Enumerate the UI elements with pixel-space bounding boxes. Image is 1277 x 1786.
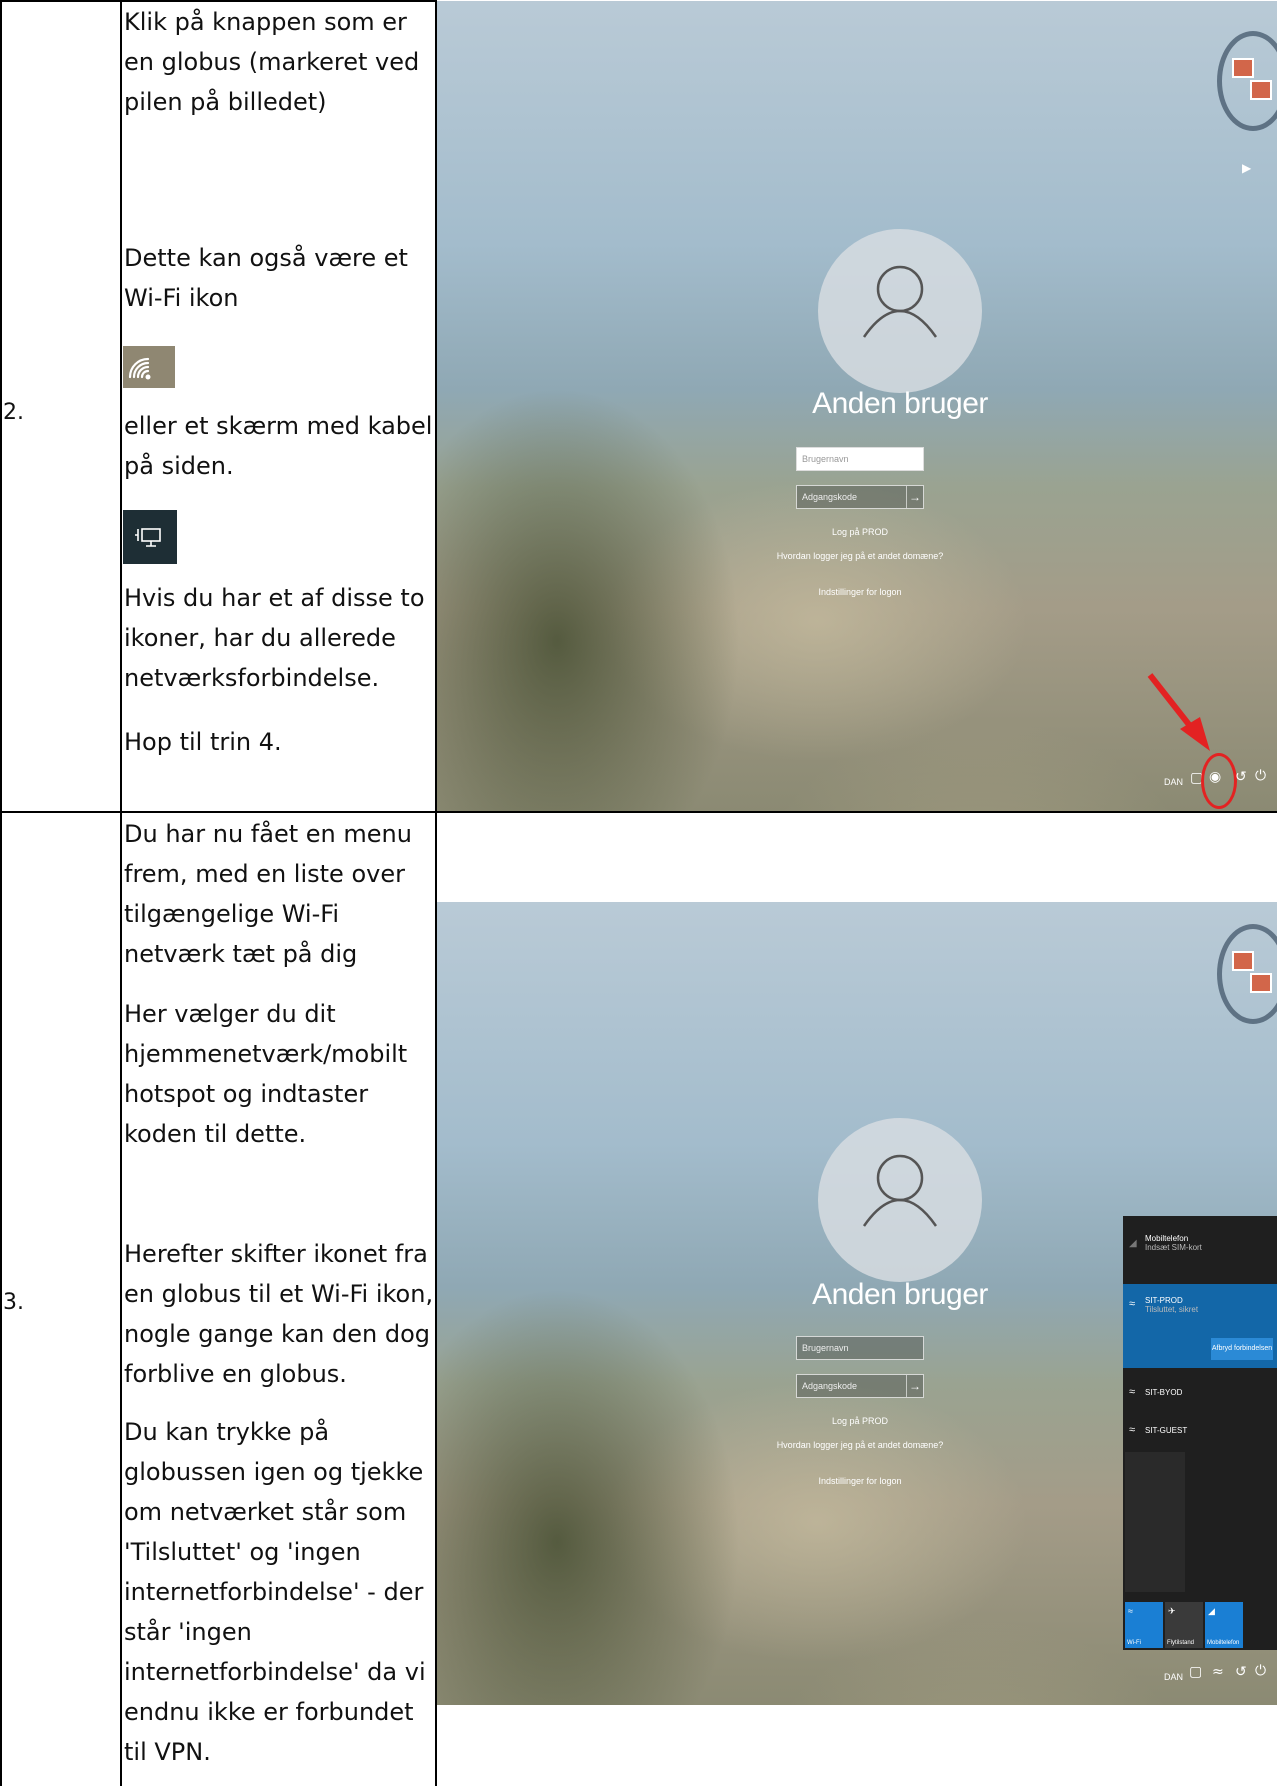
- instruction-paragraph: Klik på knappen som er en globus (marker…: [124, 8, 420, 116]
- language-indicator[interactable]: DAN: [1164, 1672, 1183, 1682]
- network-item[interactable]: ≈ SIT-BYOD: [1123, 1378, 1277, 1408]
- other-domain-link[interactable]: Hvordan logger jeg på et andet domæne?: [710, 551, 1010, 561]
- arrow-pointer-icon: [1147, 673, 1210, 751]
- accessibility-icon[interactable]: ↺: [1235, 1664, 1247, 1680]
- wifi-tile[interactable]: ≈ Wi-Fi: [1125, 1602, 1163, 1648]
- mobile-network-item[interactable]: ◢ Mobiltelefon Indsæt SIM-kort: [1123, 1216, 1277, 1272]
- password-placeholder: Adgangskode: [802, 492, 858, 502]
- password-field[interactable]: Adgangskode →: [796, 485, 924, 509]
- airplane-mode-tile[interactable]: ✈ Flytilstand: [1165, 1602, 1203, 1648]
- step-number: 2.: [3, 400, 24, 425]
- wifi-icon: [123, 346, 175, 388]
- table-border-col1: [120, 0, 122, 1786]
- step-number: 3.: [3, 1290, 24, 1315]
- user-name: Anden bruger: [812, 387, 988, 420]
- submit-arrow-icon[interactable]: →: [906, 1375, 923, 1397]
- logon-domain-text: Log på PROD: [831, 527, 889, 537]
- mobile-subtitle: Indsæt SIM-kort: [1145, 1243, 1202, 1252]
- mobile-tile[interactable]: ◢ Mobiltelefon: [1205, 1602, 1243, 1648]
- instruction-paragraph: eller et skærm med kabel på siden.: [124, 412, 433, 480]
- network-badge: [1217, 924, 1277, 1024]
- other-domain-link[interactable]: Hvordan logger jeg på et andet domæne?: [710, 1440, 1010, 1450]
- wifi-secure-icon: ≈: [1129, 1298, 1136, 1310]
- table-row-divider: [0, 811, 1277, 813]
- network-item-selected[interactable]: ≈ SIT-PROD Tilsluttet, sikret Afbryd for…: [1123, 1284, 1277, 1368]
- submit-arrow-icon[interactable]: →: [906, 486, 923, 508]
- wired-network-icon: [123, 510, 177, 564]
- network-name: SIT-GUEST: [1145, 1426, 1188, 1435]
- network-name: SIT-PROD: [1145, 1296, 1183, 1305]
- monitor-icon[interactable]: ▢: [1189, 1664, 1202, 1680]
- instruction-paragraph: Her vælger du dit hjemmenetværk/mobilt h…: [124, 1000, 408, 1148]
- password-field[interactable]: Adgangskode →: [796, 1374, 924, 1398]
- network-badge: [1217, 31, 1277, 131]
- login-screenshot: ▶ Anden bruger Brugernavn Adgangskode → …: [437, 1, 1277, 811]
- power-icon[interactable]: ⏻: [1255, 768, 1266, 784]
- avatar: [818, 1118, 982, 1282]
- username-field[interactable]: Brugernavn: [796, 1336, 924, 1360]
- globe-icon[interactable]: ◉: [1209, 769, 1221, 785]
- avatar: [818, 229, 982, 393]
- instruction-paragraph: Hvis du har et af disse to ikoner, har d…: [124, 584, 425, 692]
- cursor-icon: ▶: [1242, 161, 1252, 175]
- flyout-empty-area: [1125, 1452, 1185, 1592]
- wifi-icon[interactable]: ≈: [1212, 1664, 1224, 1680]
- power-icon[interactable]: ⏻: [1255, 1663, 1266, 1679]
- accessibility-icon[interactable]: ↺: [1235, 769, 1247, 785]
- instruction-paragraph: Dette kan også være et Wi-Fi ikon: [124, 244, 408, 312]
- wifi-secure-icon: ≈: [1129, 1386, 1136, 1398]
- username-field[interactable]: Brugernavn: [796, 447, 924, 471]
- instruction-paragraph: Du har nu fået en menu frem, med en list…: [124, 820, 412, 968]
- language-indicator[interactable]: DAN: [1164, 777, 1183, 787]
- signal-icon: ◢: [1129, 1238, 1137, 1249]
- network-name: SIT-BYOD: [1145, 1388, 1183, 1397]
- instruction-paragraph: Du kan trykke på globussen igen og tjekk…: [124, 1418, 426, 1766]
- network-status: Tilsluttet, sikret: [1145, 1305, 1199, 1314]
- instruction-paragraph: Hop til trin 4.: [124, 728, 282, 756]
- logon-settings-link[interactable]: Indstillinger for logon: [710, 1476, 1010, 1486]
- logon-settings-link[interactable]: Indstillinger for logon: [710, 587, 1010, 597]
- wifi-flyout: ◢ Mobiltelefon Indsæt SIM-kort ≈ SIT-PRO…: [1123, 1216, 1277, 1650]
- disconnect-button[interactable]: Afbryd forbindelsen: [1211, 1338, 1273, 1360]
- table-border-left: [0, 0, 2, 1786]
- mobile-title: Mobiltelefon: [1145, 1234, 1189, 1243]
- network-item[interactable]: ≈ SIT-GUEST: [1123, 1416, 1277, 1446]
- instruction-paragraph: Herefter skifter ikonet fra en globus ti…: [124, 1240, 434, 1388]
- logon-domain-text: Log på PROD: [831, 1416, 889, 1426]
- instruction-table: 2. Klik på knappen som er en globus (mar…: [0, 0, 1277, 1786]
- password-placeholder: Adgangskode: [802, 1381, 858, 1391]
- user-name: Anden bruger: [812, 1278, 988, 1311]
- wifi-icon: ≈: [1129, 1424, 1136, 1436]
